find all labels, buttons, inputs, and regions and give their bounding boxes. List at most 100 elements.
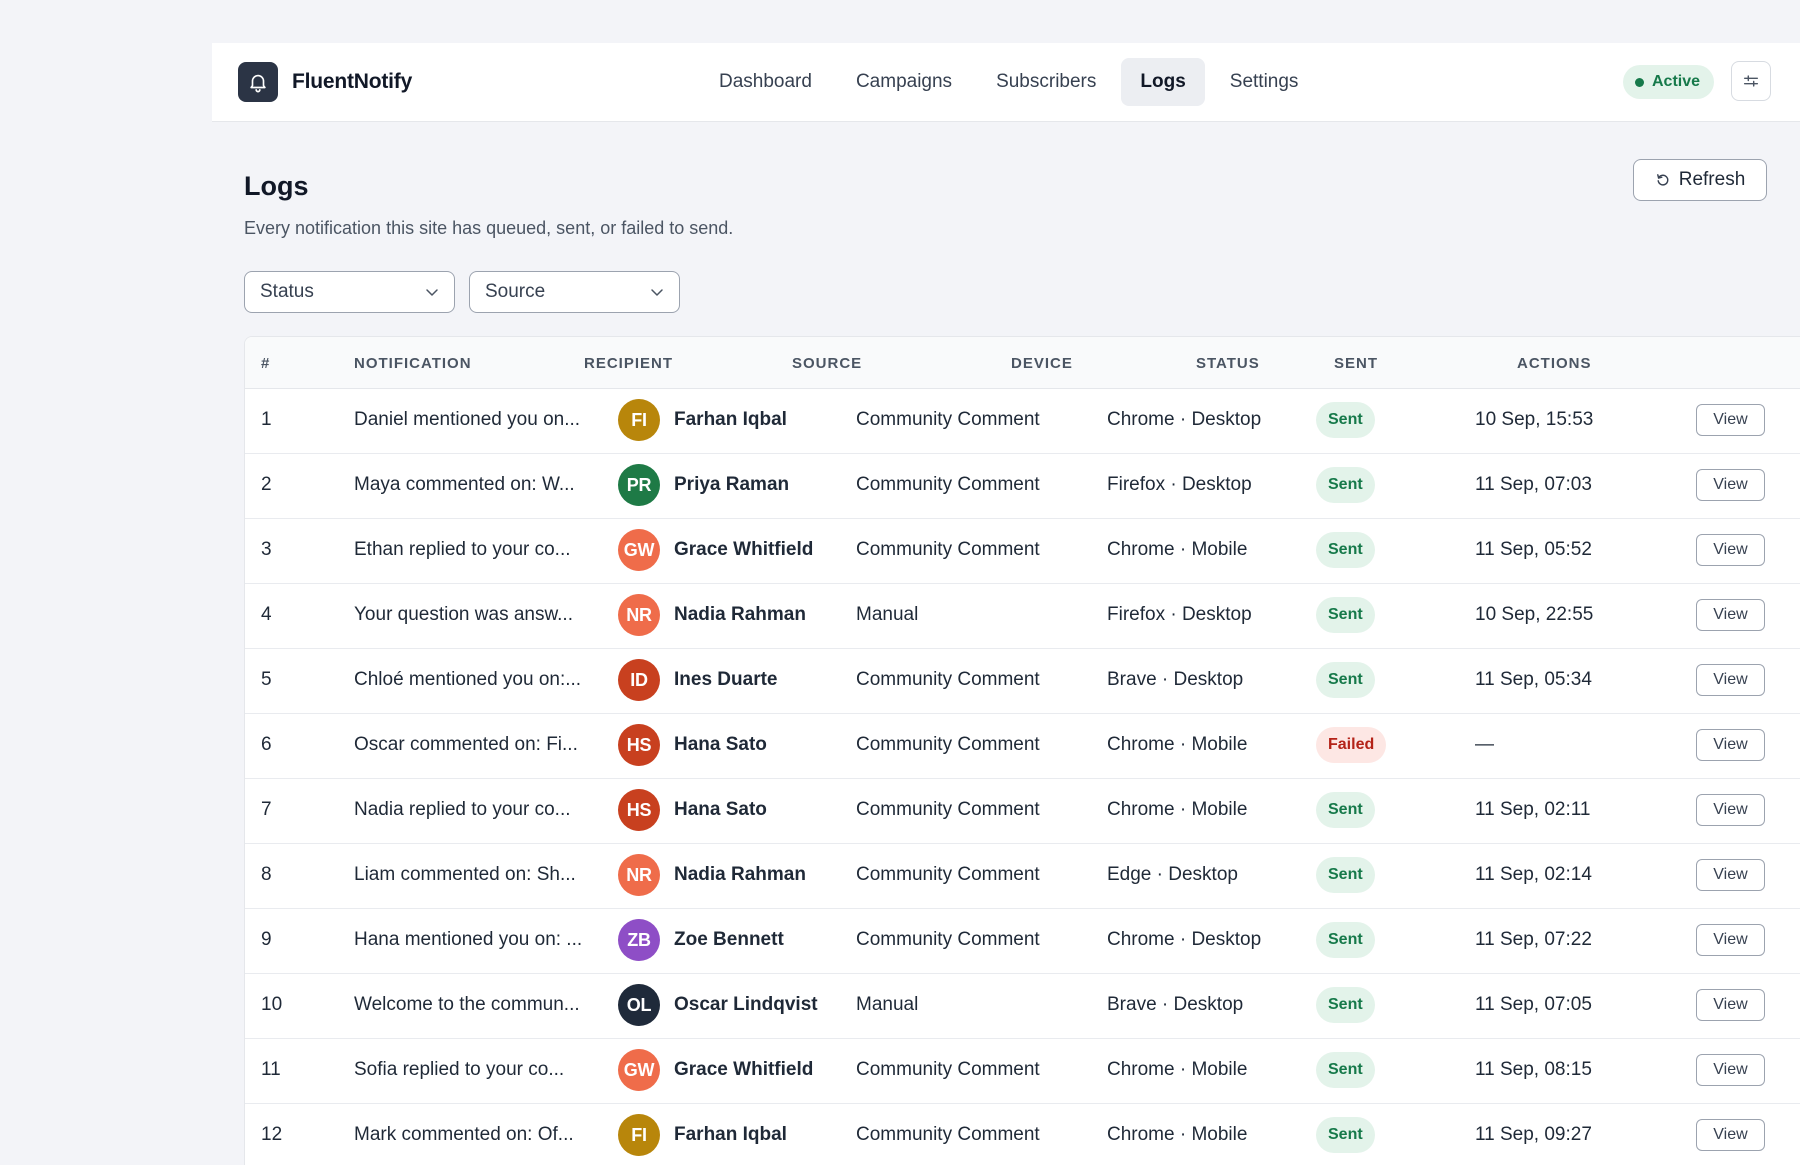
- row-number: 4: [261, 604, 272, 625]
- status-dot: [1635, 77, 1644, 87]
- sent-time: 11 Sep, 08:15: [1475, 1059, 1592, 1080]
- column-header-recipient: Recipient: [584, 355, 674, 372]
- recipient: FI Farhan Iqbal: [618, 388, 787, 452]
- status-badge: Sent: [1316, 987, 1375, 1023]
- table-row: 5 Chloé mentioned you on:... ID Ines Dua…: [245, 648, 1800, 714]
- notification-title: Maya commented on: W...: [354, 474, 575, 495]
- actions-cell: View: [1696, 1038, 1765, 1102]
- view-button[interactable]: View: [1696, 599, 1765, 631]
- source: Community Comment: [856, 474, 1040, 495]
- status-badge: Active: [1623, 65, 1715, 99]
- notification-title: Nadia replied to your co...: [354, 799, 571, 820]
- device: Edge · Desktop: [1107, 864, 1238, 885]
- status-badge: Sent: [1316, 922, 1375, 958]
- source: Community Comment: [856, 539, 1040, 560]
- source: Community Comment: [856, 929, 1040, 950]
- table-row: 10 Welcome to the commun... OL Oscar Lin…: [245, 973, 1800, 1039]
- avatar: HS: [618, 789, 660, 831]
- status-filter-select[interactable]: Status: [244, 271, 455, 313]
- view-button[interactable]: View: [1696, 469, 1765, 501]
- avatar: HS: [618, 724, 660, 766]
- view-button[interactable]: View: [1696, 1119, 1765, 1151]
- notification-title: Hana mentioned you on: ...: [354, 929, 583, 950]
- table-row: 1 Daniel mentioned you on... FI Farhan I…: [245, 388, 1800, 454]
- actions-cell: View: [1696, 778, 1765, 842]
- refresh-button[interactable]: Refresh: [1633, 159, 1767, 201]
- recipient: NR Nadia Rahman: [618, 843, 806, 907]
- actions-cell: View: [1696, 843, 1765, 907]
- recipient: NR Nadia Rahman: [618, 583, 806, 647]
- table-row: 12 Mark commented on: Of... FI Farhan Iq…: [245, 1103, 1800, 1165]
- status-cell: Sent: [1316, 388, 1375, 452]
- nav-campaigns[interactable]: Campaigns: [837, 58, 971, 106]
- status-badge: Failed: [1316, 727, 1387, 763]
- avatar: NR: [618, 854, 660, 896]
- device: Brave · Desktop: [1107, 669, 1244, 690]
- view-button[interactable]: View: [1696, 664, 1765, 696]
- recipient-name: Farhan Iqbal: [674, 409, 787, 430]
- recipient-name: Hana Sato: [674, 799, 767, 820]
- row-number: 7: [261, 799, 272, 820]
- page-subtitle: Every notification this site has queued,…: [244, 218, 734, 238]
- status-cell: Sent: [1316, 518, 1375, 582]
- nav-logs[interactable]: Logs: [1121, 58, 1205, 106]
- nav-subscribers[interactable]: Subscribers: [977, 58, 1115, 106]
- status-cell: Sent: [1316, 453, 1375, 517]
- status-cell: Sent: [1316, 583, 1375, 647]
- notification-title: Sofia replied to your co...: [354, 1059, 565, 1080]
- status-cell: Sent: [1316, 908, 1375, 972]
- view-button[interactable]: View: [1696, 859, 1765, 891]
- nav-dashboard[interactable]: Dashboard: [700, 58, 831, 106]
- recipient: FI Farhan Iqbal: [618, 1103, 787, 1165]
- sliders-icon: [1743, 75, 1759, 87]
- view-button[interactable]: View: [1696, 794, 1765, 826]
- recipient-name: Hana Sato: [674, 734, 767, 755]
- table-row: 3 Ethan replied to your co... GW Grace W…: [245, 518, 1800, 584]
- status-cell: Sent: [1316, 648, 1375, 712]
- avatar: ID: [618, 659, 660, 701]
- source: Manual: [856, 994, 919, 1015]
- status-cell: Failed: [1316, 713, 1387, 777]
- settings-button[interactable]: [1731, 61, 1771, 101]
- recipient-name: Ines Duarte: [674, 669, 778, 690]
- recipient-name: Grace Whitfield: [674, 539, 814, 560]
- nav-settings[interactable]: Settings: [1211, 58, 1318, 106]
- device: Firefox · Desktop: [1107, 474, 1252, 495]
- source: Community Comment: [856, 864, 1040, 885]
- view-button[interactable]: View: [1696, 404, 1765, 436]
- view-button[interactable]: View: [1696, 924, 1765, 956]
- main-nav: Dashboard Campaigns Subscribers Logs Set…: [700, 58, 1317, 106]
- table-row: 2 Maya commented on: W... PR Priya Raman…: [245, 453, 1800, 519]
- view-button[interactable]: View: [1696, 1054, 1765, 1086]
- notification-title: Welcome to the commun...: [354, 994, 580, 1015]
- recipient: GW Grace Whitfield: [618, 518, 813, 582]
- actions-cell: View: [1696, 583, 1765, 647]
- brand[interactable]: FluentNotify: [238, 62, 412, 102]
- row-number: 8: [261, 864, 272, 885]
- status-badge: Sent: [1316, 792, 1375, 828]
- source: Community Comment: [856, 1059, 1040, 1080]
- source: Community Comment: [856, 734, 1040, 755]
- status-badge: Sent: [1316, 857, 1375, 893]
- refresh-label: Refresh: [1678, 169, 1746, 190]
- device: Chrome · Mobile: [1107, 1124, 1248, 1145]
- view-button[interactable]: View: [1696, 729, 1765, 761]
- chevron-down-icon: [651, 289, 663, 296]
- source-filter-label: Source: [485, 281, 546, 302]
- column-header-status: Status: [1196, 355, 1260, 372]
- avatar: OL: [618, 984, 660, 1026]
- column-header-device: Device: [1011, 355, 1073, 372]
- status-label: Active: [1652, 73, 1701, 90]
- source-filter-select[interactable]: Source: [469, 271, 680, 313]
- status-badge: Sent: [1316, 467, 1375, 503]
- status-badge: Sent: [1316, 662, 1375, 698]
- view-button[interactable]: View: [1696, 534, 1765, 566]
- sent-time: 11 Sep, 07:05: [1475, 994, 1592, 1015]
- view-button[interactable]: View: [1696, 989, 1765, 1021]
- sent-time: 11 Sep, 02:11: [1475, 799, 1591, 820]
- sent-time: 11 Sep, 07:03: [1475, 474, 1592, 495]
- chevron-down-icon: [426, 289, 438, 296]
- recipient: GW Grace Whitfield: [618, 1038, 813, 1102]
- app-shell: FluentNotify Dashboard Campaigns Subscri…: [212, 43, 1800, 1165]
- source: Community Comment: [856, 799, 1040, 820]
